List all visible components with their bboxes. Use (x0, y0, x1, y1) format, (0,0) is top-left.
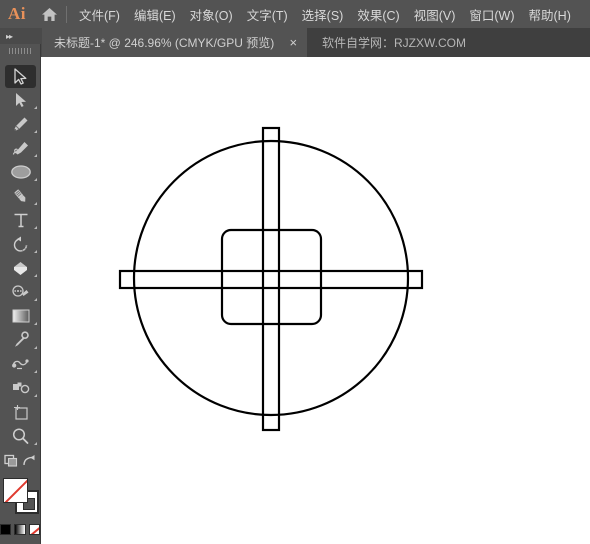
shape-builder-icon (11, 284, 28, 297)
gradient-mesh-tool[interactable] (0, 256, 41, 280)
close-icon[interactable]: × (286, 35, 300, 50)
curvature-tool[interactable] (0, 136, 41, 160)
fill-stroke-indicator[interactable] (0, 476, 41, 520)
tool-flyout-indicator (34, 154, 37, 157)
drawing-mode-row (0, 540, 40, 544)
horizontal-bar-shape[interactable] (118, 269, 424, 290)
circle-shape[interactable] (132, 139, 410, 417)
watermark-text: 软件自学网：RJZXW.COM (322, 36, 466, 50)
tool-list (0, 58, 40, 448)
gradient-swatch-icon (12, 309, 29, 323)
pen-nib-icon (14, 117, 28, 131)
ellipse-shape-tool[interactable] (0, 160, 41, 184)
direct-selection-arrow-icon (15, 93, 26, 107)
menu-window[interactable]: 窗口(W) (462, 1, 521, 28)
menu-effect[interactable]: 效果(C) (350, 1, 406, 28)
vertical-bar-shape[interactable] (261, 126, 281, 432)
tool-flyout-indicator (34, 226, 37, 229)
selection-arrow-icon (14, 67, 27, 85)
tool-flyout-indicator (34, 442, 37, 445)
tool-flyout-indicator (34, 130, 37, 133)
menu-file[interactable]: 文件(F) (72, 1, 127, 28)
none-slash-icon (29, 525, 39, 534)
tools-panel: ▸▸ (0, 28, 41, 544)
gradient-swatch[interactable] (14, 524, 26, 535)
tool-flyout-indicator (34, 394, 37, 397)
color-swatch[interactable] (0, 524, 12, 535)
paintbrush-icon (14, 189, 26, 202)
eyedropper-icon (14, 331, 29, 347)
menu-select[interactable]: 选择(S) (295, 1, 351, 28)
menu-view[interactable]: 视图(V) (407, 1, 463, 28)
color-mode-swatches (0, 524, 40, 535)
document-tab-title: 未标题-1* @ 246.96% (CMYK/GPU 预览) (54, 36, 275, 50)
menu-item-list: 文件(F) 编辑(E) 对象(O) 文字(T) 选择(S) 效果(C) 视图(V… (72, 1, 578, 28)
tool-flyout-indicator (34, 274, 37, 277)
document-canvas[interactable] (41, 57, 590, 544)
tool-controls (0, 452, 40, 544)
artwork-svg (118, 126, 424, 432)
blend-icon (11, 359, 29, 370)
document-tab-bar: 未标题-1* @ 246.96% (CMYK/GPU 预览) × 软件自学网：R… (0, 28, 590, 57)
tool-flyout-indicator (34, 250, 37, 253)
swap-fill-stroke-icon[interactable] (21, 454, 36, 473)
tool-controls-row (0, 452, 40, 474)
home-icon[interactable] (34, 0, 64, 28)
tools-panel-collapse-button[interactable]: ▸▸ (0, 28, 41, 44)
tool-flyout-indicator (34, 322, 37, 325)
shape-builder-tool[interactable] (0, 280, 41, 304)
menu-bar: Ai 文件(F) 编辑(E) 对象(O) 文字(T) 选择(S) 效果(C) 视… (0, 0, 590, 28)
tool-flyout-indicator (34, 346, 37, 349)
none-swatch[interactable] (28, 524, 40, 535)
artboard-icon (14, 405, 28, 420)
curvature-pen-icon (12, 141, 28, 155)
pen-tool[interactable] (0, 112, 41, 136)
gradient-tool[interactable] (0, 304, 41, 328)
app-logo: Ai (8, 4, 26, 23)
symbol-sprayer-icon (12, 382, 29, 394)
menu-type[interactable]: 文字(T) (240, 1, 295, 28)
tool-flyout-indicator (34, 106, 37, 109)
direct-selection-tool[interactable] (0, 88, 41, 112)
ellipse-icon (10, 165, 31, 179)
chevron-double-right-icon: ▸▸ (6, 31, 13, 41)
tool-flyout-indicator (34, 202, 37, 205)
artboard-tool[interactable] (0, 400, 41, 424)
tools-panel-drag-handle[interactable] (0, 44, 40, 58)
mesh-diamond-icon (14, 261, 27, 275)
tool-flyout-indicator (34, 370, 37, 373)
rotate-tool[interactable] (0, 232, 41, 256)
menu-help[interactable]: 帮助(H) (522, 1, 578, 28)
type-tool[interactable] (0, 208, 41, 232)
magnifier-icon (12, 428, 29, 444)
grip-dots-icon (9, 48, 31, 54)
none-slash-icon (4, 479, 27, 502)
fill-swatch[interactable] (3, 478, 28, 503)
selection-tool[interactable] (0, 64, 41, 88)
rotate-arrow-icon (13, 236, 27, 252)
eyedropper-tool[interactable] (0, 328, 41, 352)
menu-divider (66, 5, 67, 23)
document-tab[interactable]: 未标题-1* @ 246.96% (CMYK/GPU 预览) × (42, 28, 308, 57)
blend-tool[interactable] (0, 352, 41, 376)
tool-flyout-indicator (34, 178, 37, 181)
tool-flyout-indicator (34, 298, 37, 301)
menu-edit[interactable]: 编辑(E) (127, 1, 183, 28)
menu-object[interactable]: 对象(O) (183, 1, 240, 28)
change-screen-mode-icon[interactable] (4, 453, 20, 473)
illustrator-window: Ai 文件(F) 编辑(E) 对象(O) 文字(T) 选择(S) 效果(C) 视… (0, 0, 590, 544)
symbol-sprayer-tool[interactable] (0, 376, 41, 400)
rounded-square-shape[interactable] (220, 228, 323, 326)
zoom-tool[interactable] (0, 424, 41, 448)
type-t-icon (14, 213, 27, 227)
paintbrush-tool[interactable] (0, 184, 41, 208)
